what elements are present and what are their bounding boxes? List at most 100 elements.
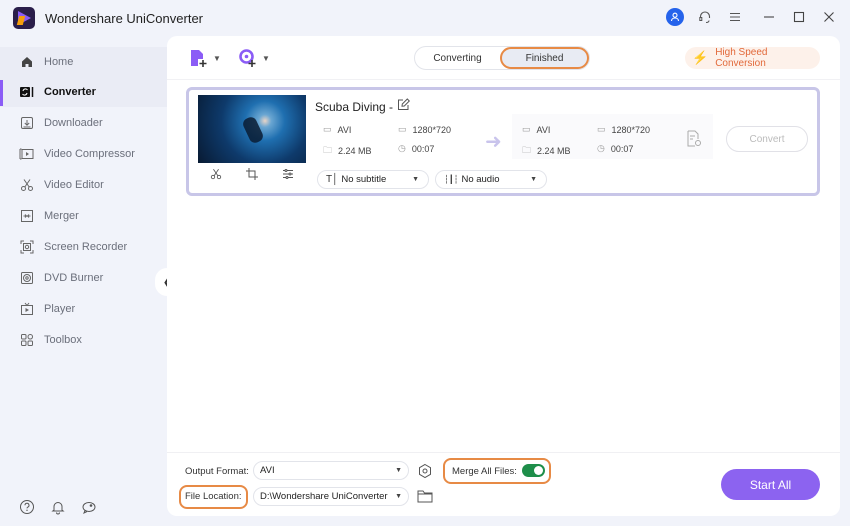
maximize-icon[interactable] [788, 6, 810, 28]
add-files-button[interactable]: ▼ [189, 48, 221, 68]
sidebar-item-label: Merger [44, 210, 79, 222]
file-name: Scuba Diving - [315, 100, 394, 114]
folder-icon: 🗀 [323, 145, 333, 155]
video-format-icon: ▭ [522, 124, 531, 134]
add-from-device-button[interactable]: ▼ [238, 48, 270, 68]
menu-icon[interactable] [724, 6, 746, 28]
crop-icon[interactable] [246, 167, 258, 183]
output-format-label: Output Format: [185, 466, 249, 477]
add-file-icon [191, 50, 207, 67]
sidebar-item-video-compressor[interactable]: Video Compressor [0, 139, 167, 169]
sidebar-item-player[interactable]: Player [0, 294, 167, 324]
source-resolution: ▭ 1280*720 [398, 124, 452, 135]
tab-finished[interactable]: Finished [500, 47, 589, 69]
sidebar-item-label: Video Compressor [44, 148, 135, 160]
high-speed-label: High Speed Conversion [715, 47, 768, 69]
video-thumbnail[interactable] [198, 95, 306, 163]
chevron-down-icon: ▼ [530, 176, 537, 183]
title-bar: Wondershare UniConverter [0, 0, 850, 36]
output-settings-icon[interactable] [686, 130, 702, 151]
sidebar-item-label: Video Editor [44, 179, 104, 191]
sidebar-item-dvd-burner[interactable]: DVD Burner [0, 263, 167, 293]
sidebar-item-label: Toolbox [44, 334, 82, 346]
resolution-icon: ▭ [597, 124, 606, 134]
audio-dropdown[interactable]: ┆┃┆ No audio ▼ [435, 170, 547, 189]
sidebar-item-downloader[interactable]: Downloader [0, 108, 167, 138]
merge-all-toggle[interactable] [522, 464, 545, 477]
source-size: 🗀 2.24 MB [323, 143, 372, 159]
sidebar-item-merger[interactable]: Merger [0, 201, 167, 231]
convert-button[interactable]: Convert [726, 126, 808, 152]
high-speed-conversion-button[interactable]: ⚡ High Speed Conversion [685, 47, 820, 69]
chevron-down-icon: ▼ [395, 493, 402, 500]
screen-record-icon [19, 239, 35, 255]
compress-icon [19, 146, 35, 162]
close-icon[interactable] [818, 6, 840, 28]
format-settings-icon[interactable] [417, 463, 433, 484]
tab-converting[interactable]: Converting [415, 47, 500, 69]
main-panel: ▼ ▼ Converting Finished ⚡ High Speed Con… [167, 36, 840, 452]
sidebar-item-label: Home [44, 56, 74, 68]
open-folder-icon[interactable] [417, 489, 433, 508]
resolution-icon: ▭ [398, 124, 407, 134]
merge-icon [19, 208, 35, 224]
audio-wave-icon: ┆┃┆ [444, 175, 459, 184]
chevron-down-icon: ▼ [213, 53, 221, 63]
sidebar-item-label: Screen Recorder [44, 241, 128, 253]
sidebar-item-converter[interactable]: Converter [0, 77, 167, 107]
scissors-icon [19, 177, 35, 193]
file-card: Scuba Diving - ▭ AVI ▭ 1280*720 🗀 2.24 MB ◷… [186, 87, 820, 196]
folder-icon: 🗀 [522, 145, 532, 155]
source-format: ▭ AVI [323, 124, 352, 135]
sidebar-item-screen-recorder[interactable]: Screen Recorder [0, 232, 167, 262]
file-location-label: File Location: [185, 491, 242, 502]
sidebar-item-label: Downloader [44, 117, 103, 129]
bell-icon[interactable] [50, 499, 66, 515]
disc-icon [19, 270, 35, 286]
output-format: ▭ AVI [522, 124, 551, 135]
sidebar-item-home[interactable]: Home [0, 47, 167, 77]
sidebar-item-toolbox[interactable]: Toolbox [0, 325, 167, 355]
lightning-icon: ⚡ [692, 50, 709, 65]
effects-icon[interactable] [282, 168, 294, 183]
app-title: Wondershare UniConverter [45, 11, 203, 26]
sidebar: Home Converter Downloader Video Compress… [0, 45, 167, 526]
edit-name-icon[interactable] [397, 98, 411, 114]
status-tabs: Converting Finished [414, 46, 590, 70]
sidebar-item-video-editor[interactable]: Video Editor [0, 170, 167, 200]
toolbar: ▼ ▼ Converting Finished ⚡ High Speed Con… [167, 36, 840, 80]
sidebar-item-label: DVD Burner [44, 272, 104, 284]
chevron-down-icon: ▼ [412, 176, 419, 183]
subtitle-dropdown[interactable]: T│ No subtitle ▼ [317, 170, 429, 189]
window-controls [666, 6, 840, 28]
merge-label: Merge All Files: [452, 466, 517, 477]
feedback-icon[interactable] [81, 499, 97, 515]
download-icon [19, 115, 35, 131]
output-size: 🗀 2.24 MB [522, 143, 571, 159]
sidebar-bottom-icons [19, 499, 97, 515]
chevron-down-icon: ▼ [262, 53, 270, 63]
trim-scissors-icon[interactable] [210, 168, 222, 183]
clock-icon: ◷ [597, 143, 605, 153]
output-format-select[interactable]: AVI ▼ [253, 461, 409, 480]
minimize-icon[interactable] [758, 6, 780, 28]
file-location-select[interactable]: D:\Wondershare UniConverter ▼ [253, 487, 409, 506]
player-icon [19, 301, 35, 317]
clock-icon: ◷ [398, 143, 406, 153]
app-logo-icon [13, 7, 35, 29]
start-all-button[interactable]: Start All [721, 469, 820, 500]
subtitle-icon: T│ [326, 174, 339, 185]
add-device-icon [239, 49, 256, 67]
source-duration: ◷ 00:07 [398, 143, 435, 154]
thumbnail-tools [198, 165, 306, 185]
sidebar-item-label: Converter [44, 86, 96, 98]
converter-icon [19, 84, 35, 100]
user-avatar-icon[interactable] [666, 8, 684, 26]
output-duration: ◷ 00:07 [597, 143, 634, 154]
chevron-down-icon: ▼ [395, 467, 402, 474]
support-headset-icon[interactable] [694, 6, 716, 28]
convert-arrow-icon: ➜ [485, 131, 502, 153]
video-format-icon: ▭ [323, 124, 332, 134]
help-icon[interactable] [19, 499, 35, 515]
toolbox-icon [19, 332, 35, 348]
